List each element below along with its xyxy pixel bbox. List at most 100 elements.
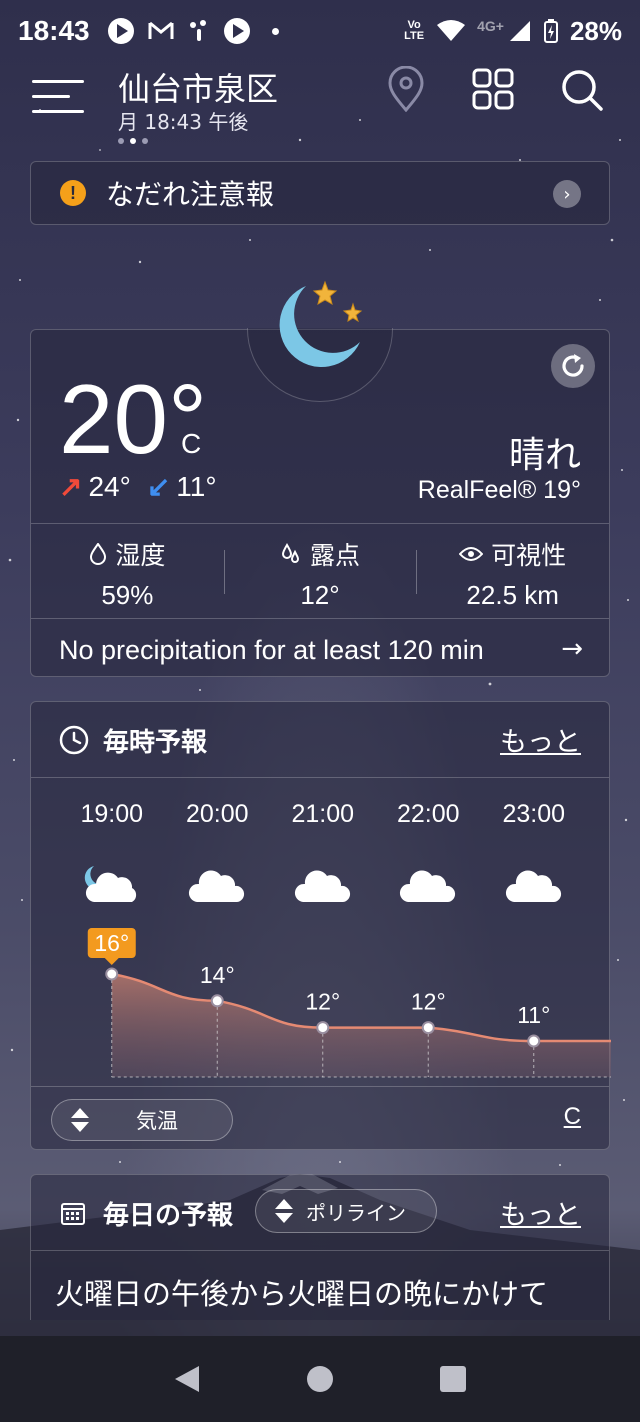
cloud-icon — [400, 870, 456, 902]
play-icon — [107, 18, 134, 44]
partly-cloudy-night-icon — [84, 866, 136, 902]
temperature-unit: C — [181, 428, 202, 459]
wifi-icon — [437, 20, 466, 41]
recents-icon[interactable] — [439, 1365, 467, 1393]
play-icon — [223, 18, 250, 44]
app-header: 仙台市泉区 月 18:43 午後 — [0, 62, 640, 152]
humidity-stat: 湿度 59% — [31, 524, 224, 618]
menu-icon-line — [32, 80, 84, 83]
location-name[interactable]: 仙台市泉区 — [118, 64, 278, 110]
daily-more-link[interactable]: もっと — [500, 1193, 581, 1232]
weather-alert-banner[interactable]: ! なだれ注意報 › — [30, 161, 610, 225]
daily-forecast-card: 毎日の予報 ポリライン もっと 火曜日の午後から火曜日の晩にかけて — [30, 1174, 610, 1320]
more-notifications-dot — [271, 27, 279, 35]
temperature-point — [527, 1034, 541, 1048]
visibility-value: 22.5 km — [466, 580, 559, 610]
eye-icon — [459, 547, 484, 561]
hour-labels: 19:00 20:00 21:00 22:00 23:00 — [59, 800, 591, 840]
low-arrow-icon: ↙ — [146, 471, 171, 502]
daily-title: 毎日の予報 — [103, 1201, 234, 1231]
refresh-button[interactable] — [551, 344, 595, 388]
volte-icon: Vo LTE — [404, 19, 425, 42]
current-stats: 湿度 59% 露点 12° 可視性 22.5 km — [31, 523, 609, 619]
status-bar: 18:43 Vo LTE 4G+ 28% — [0, 0, 640, 62]
network-type: 4G+ — [477, 18, 504, 34]
page-dot — [118, 138, 124, 144]
visibility-stat: 可視性 22.5 km — [416, 524, 609, 618]
hourly-title: 毎時予報 — [103, 728, 208, 758]
temperature-point — [105, 967, 119, 981]
high-arrow-icon: ↗ — [59, 471, 83, 502]
metric-toggle-label: 気温 — [136, 1109, 178, 1133]
cloud-icon — [189, 870, 245, 902]
arrow-right-icon[interactable]: → — [561, 634, 583, 664]
location-pin-icon[interactable] — [386, 66, 426, 112]
daily-header: 毎日の予報 ポリライン もっと — [31, 1175, 609, 1251]
daily-toggle-label: ポリライン — [306, 1200, 406, 1225]
dewpoint-icon — [281, 543, 300, 563]
high-low-temps: ↗ 24° ↙ 11° — [59, 470, 217, 503]
menu-icon-line — [32, 110, 84, 113]
hour-icons — [59, 862, 591, 906]
temperature-label: 11° — [517, 1002, 550, 1028]
temperature-highlight-pointer — [104, 958, 119, 965]
temperature-label: 12° — [305, 989, 340, 1015]
alert-text: なだれ注意報 — [106, 178, 275, 211]
hour-label: 22:00 — [396, 800, 460, 828]
menu-button[interactable] — [32, 78, 84, 116]
hourly-header: 毎時予報 もっと — [31, 702, 609, 778]
temperature-point — [316, 1021, 330, 1035]
sort-arrows-icon — [71, 1108, 89, 1132]
hour-label: 21:00 — [291, 800, 355, 828]
warning-icon: ! — [60, 180, 86, 206]
humidity-label: 湿度 — [115, 541, 166, 570]
grid-icon[interactable] — [472, 68, 514, 110]
current-conditions-card[interactable]: 20° C ↗ 24° ↙ 11° 晴れ RealFeel® 19° 湿度 59… — [30, 328, 610, 677]
daily-summary: 火曜日の午後から火曜日の晩にかけて — [55, 1277, 549, 1311]
back-icon[interactable] — [173, 1364, 201, 1394]
gmail-icon — [148, 21, 174, 39]
status-time: 18:43 — [18, 15, 90, 46]
humidity-icon — [90, 543, 107, 565]
condition-text: 晴れ — [508, 435, 581, 476]
dewpoint-value: 12° — [300, 580, 340, 610]
location-time: 月 18:43 午後 — [118, 110, 249, 134]
humidity-value: 59% — [101, 580, 154, 610]
cloud-icon — [505, 870, 561, 902]
temperature-label: 14° — [200, 962, 235, 988]
hourly-footer: 気温 C — [31, 1086, 609, 1150]
page-dot-active — [130, 138, 136, 144]
page-indicator — [118, 138, 148, 144]
hourly-temperature-chart: 16° 14° 12° 12° 11° — [87, 928, 611, 1078]
clear-night-moon-icon — [279, 280, 363, 367]
sort-arrows-icon — [275, 1199, 293, 1223]
realfeel-text: RealFeel® 19° — [417, 476, 581, 504]
dewpoint-stat: 露点 12° — [223, 524, 417, 618]
metric-toggle[interactable]: 気温 — [51, 1099, 233, 1141]
battery-icon — [543, 19, 558, 43]
home-icon[interactable] — [306, 1365, 334, 1393]
beat-icon — [189, 20, 206, 41]
clock-icon — [59, 725, 89, 755]
daily-view-toggle[interactable]: ポリライン — [255, 1189, 437, 1233]
temperature-label: 16° — [94, 930, 129, 956]
refresh-icon — [562, 354, 584, 377]
dewpoint-label: 露点 — [310, 541, 361, 570]
precipitation-text[interactable]: No precipitation for at least 120 min — [59, 635, 484, 666]
search-icon[interactable] — [560, 68, 604, 112]
temperature-point — [210, 994, 224, 1008]
chevron-right-icon[interactable]: › — [553, 180, 581, 208]
visibility-label: 可視性 — [491, 541, 567, 570]
temperature-label: 12° — [411, 989, 446, 1015]
hour-label: 19:00 — [80, 800, 144, 828]
signal-icon — [509, 21, 530, 41]
hourly-more-link[interactable]: もっと — [500, 720, 581, 759]
temperature-point — [421, 1021, 435, 1035]
calendar-icon — [61, 1203, 85, 1225]
unit-link[interactable]: C — [564, 1103, 581, 1131]
hour-label: 23:00 — [502, 800, 566, 828]
high-temp: 24° — [88, 470, 131, 502]
cloud-icon — [294, 870, 350, 902]
hour-label: 20:00 — [185, 800, 249, 828]
battery-percent: 28% — [569, 15, 622, 46]
